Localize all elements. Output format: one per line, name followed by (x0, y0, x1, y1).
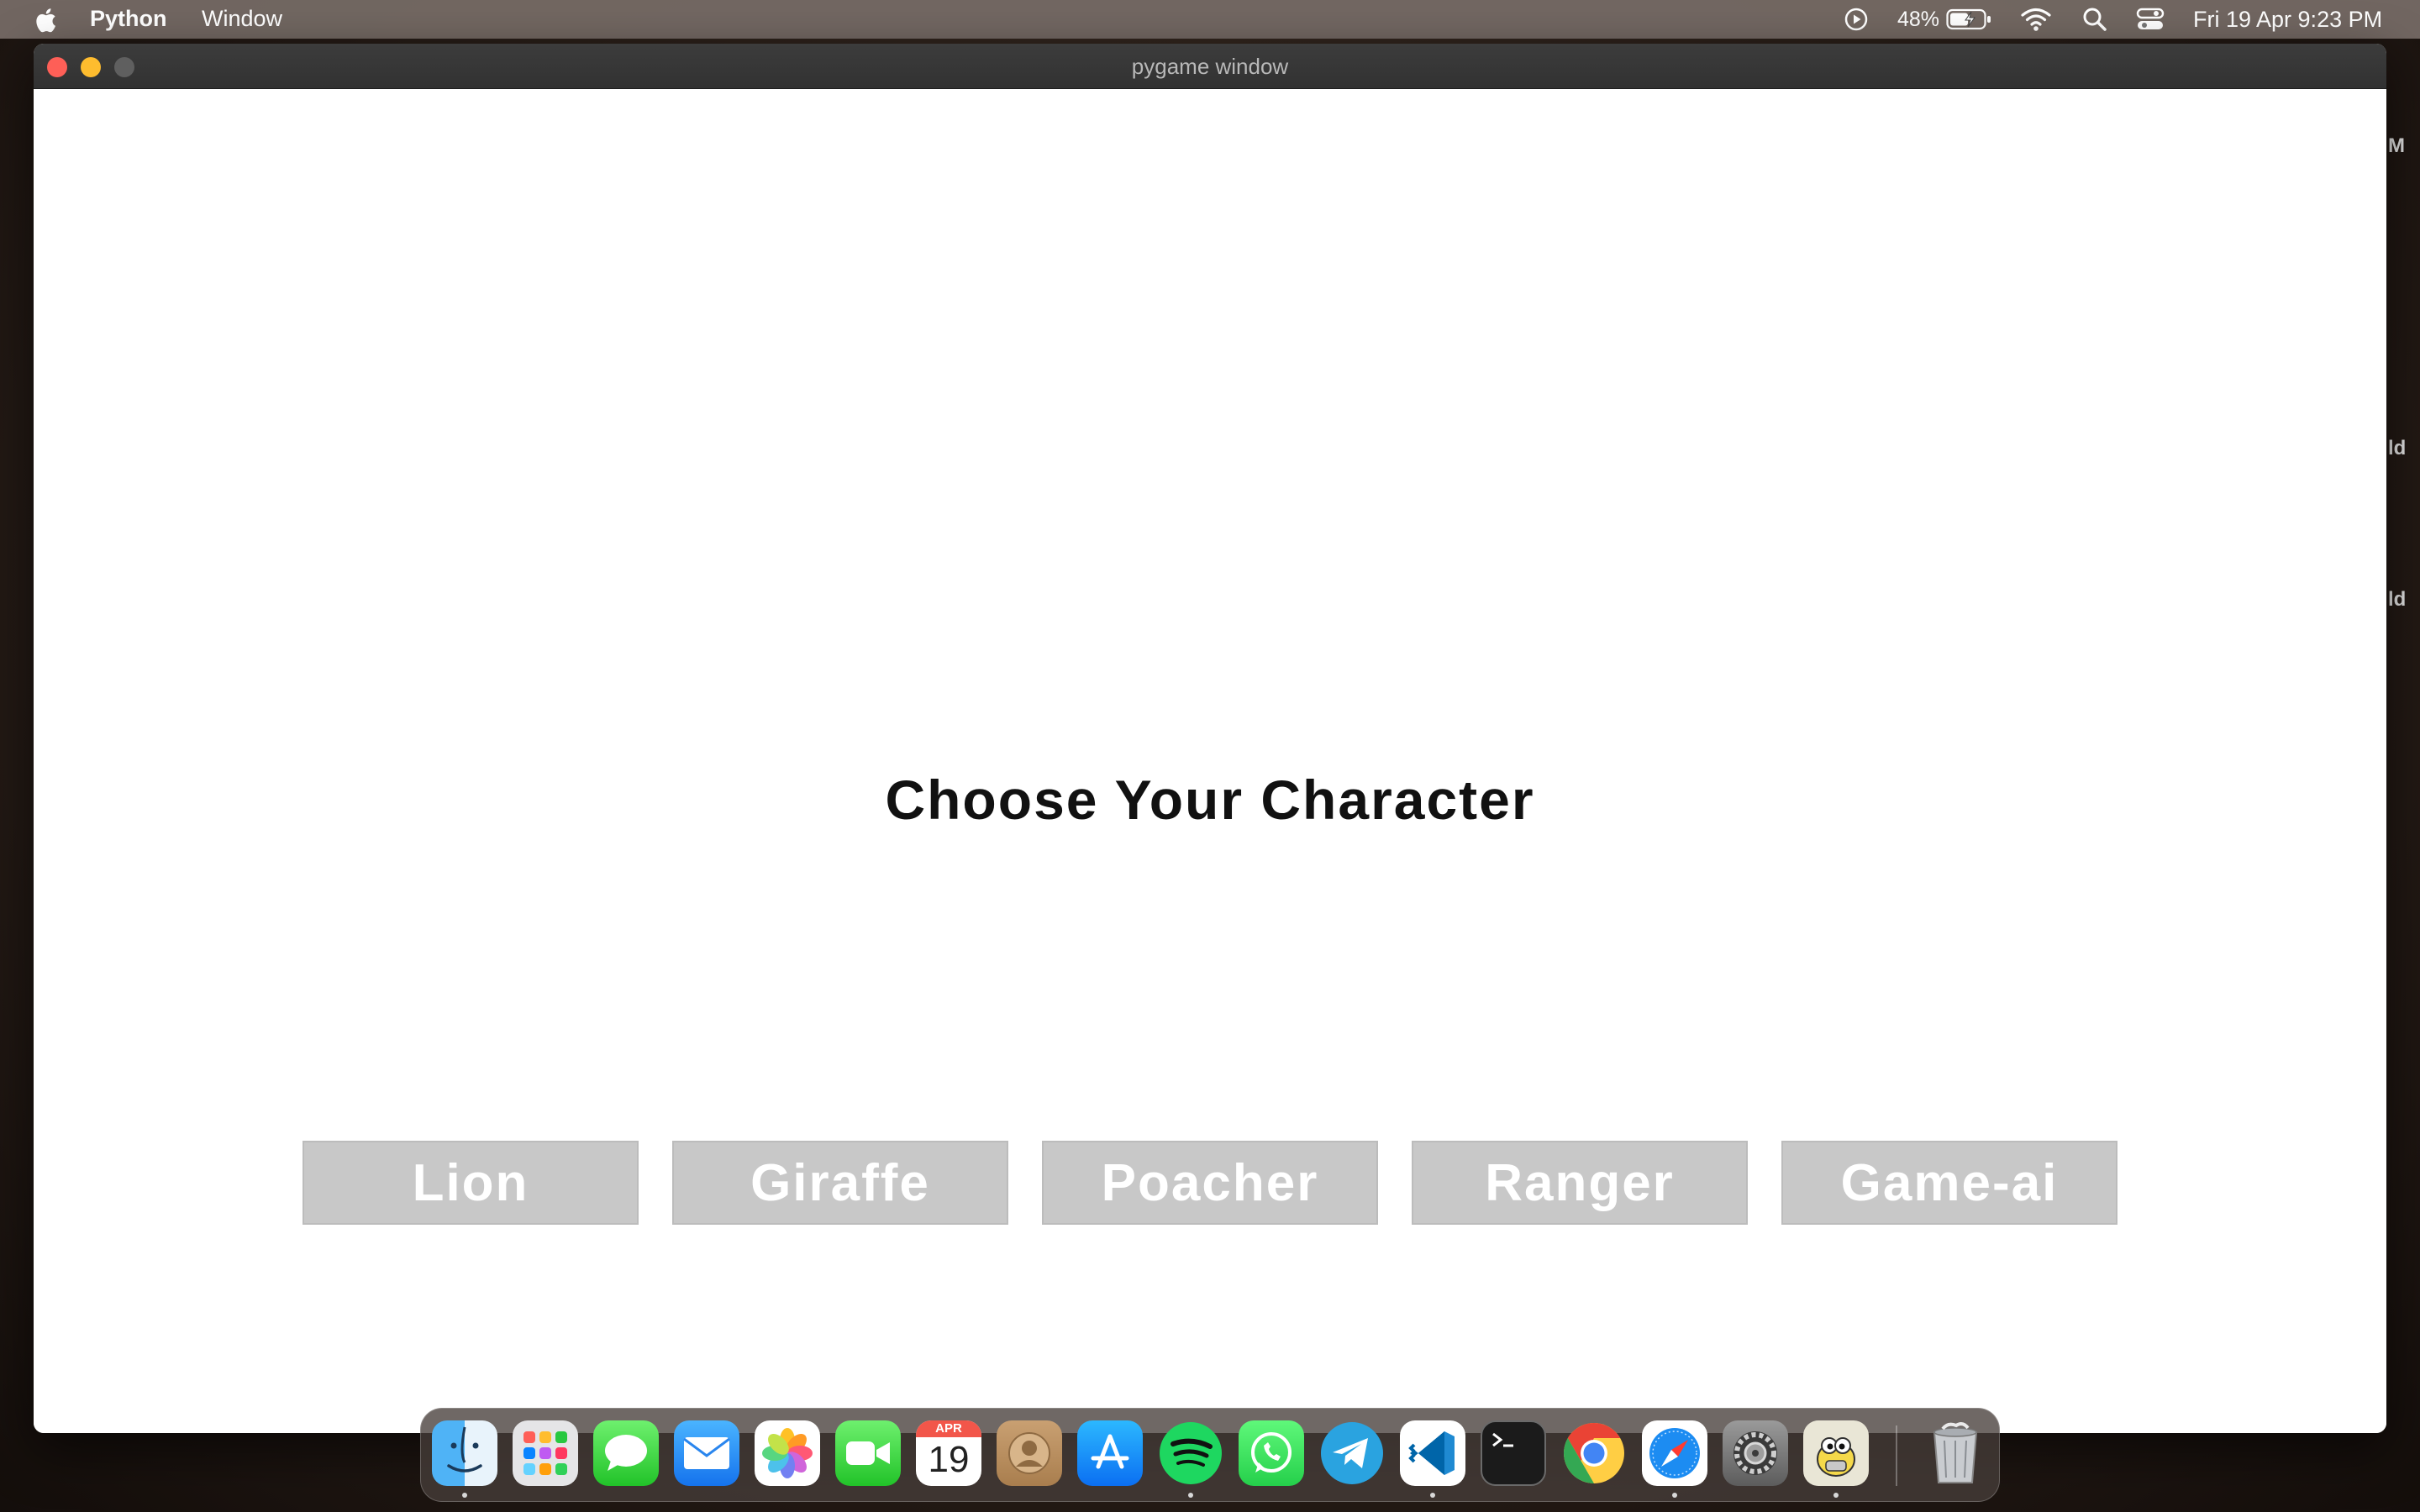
chrome-icon[interactable] (1561, 1420, 1627, 1486)
control-center-icon[interactable] (2136, 0, 2165, 39)
running-indicator (1430, 1493, 1435, 1498)
safari-icon[interactable] (1642, 1420, 1707, 1486)
menu-window[interactable]: Window (202, 6, 282, 32)
character-button-giraffe[interactable]: Giraffe (672, 1141, 1008, 1225)
calendar-month: APR (916, 1420, 981, 1437)
window-titlebar[interactable]: pygame window (34, 44, 2386, 89)
running-indicator (1188, 1493, 1193, 1498)
background-window-text: M (2388, 134, 2405, 157)
vscode-icon[interactable] (1400, 1420, 1465, 1486)
app-store-icon[interactable] (1077, 1420, 1143, 1486)
menu-bar: Python Window 48% Fri 19 Apr 9:23 PM (0, 0, 2420, 39)
terminal-icon[interactable] (1481, 1420, 1546, 1486)
trash-icon[interactable] (1923, 1420, 1988, 1486)
character-button-game-ai[interactable]: Game-ai (1781, 1141, 2118, 1225)
mail-icon[interactable] (674, 1420, 739, 1486)
menubar-clock[interactable]: Fri 19 Apr 9:23 PM (2193, 0, 2382, 39)
battery-icon[interactable] (1946, 0, 1993, 39)
pygame-window: pygame window Choose Your Character Lion… (34, 44, 2386, 1433)
screen-recording-icon[interactable] (1844, 0, 1869, 39)
background-window-text: ld (2388, 437, 2407, 459)
calendar-day: 19 (928, 1439, 970, 1480)
window-title: pygame window (1131, 54, 1289, 79)
python-launcher-icon[interactable] (1803, 1420, 1869, 1486)
running-indicator (1672, 1493, 1677, 1498)
launchpad-icon[interactable] (513, 1420, 578, 1486)
photos-icon[interactable] (755, 1420, 820, 1486)
calendar-icon[interactable]: APR 19 (916, 1420, 981, 1486)
spotify-icon[interactable] (1158, 1420, 1223, 1486)
system-settings-icon[interactable] (1723, 1420, 1788, 1486)
character-select-heading: Choose Your Character (885, 769, 1535, 831)
battery-percent: 48% (1897, 7, 1940, 31)
wifi-icon[interactable] (2020, 0, 2052, 39)
character-button-lion[interactable]: Lion (302, 1141, 639, 1225)
whatsapp-icon[interactable] (1239, 1420, 1304, 1486)
facetime-icon[interactable] (835, 1420, 901, 1486)
character-button-ranger[interactable]: Ranger (1412, 1141, 1748, 1225)
running-indicator (462, 1493, 467, 1498)
finder-icon[interactable] (432, 1420, 497, 1486)
apple-logo-icon[interactable] (32, 6, 57, 34)
menu-app-name[interactable]: Python (90, 6, 167, 32)
messages-icon[interactable] (593, 1420, 659, 1486)
spotlight-search-icon[interactable] (2082, 0, 2107, 39)
character-button-poacher[interactable]: Poacher (1042, 1141, 1378, 1225)
background-window-text: ld (2388, 588, 2407, 611)
contacts-icon[interactable] (997, 1420, 1062, 1486)
dock-separator (1896, 1425, 1897, 1486)
game-canvas[interactable]: Choose Your Character Lion Giraffe Poach… (34, 89, 2386, 1433)
running-indicator (1833, 1493, 1839, 1498)
telegram-icon[interactable] (1319, 1420, 1385, 1486)
dock: APR 19 (420, 1408, 2000, 1502)
